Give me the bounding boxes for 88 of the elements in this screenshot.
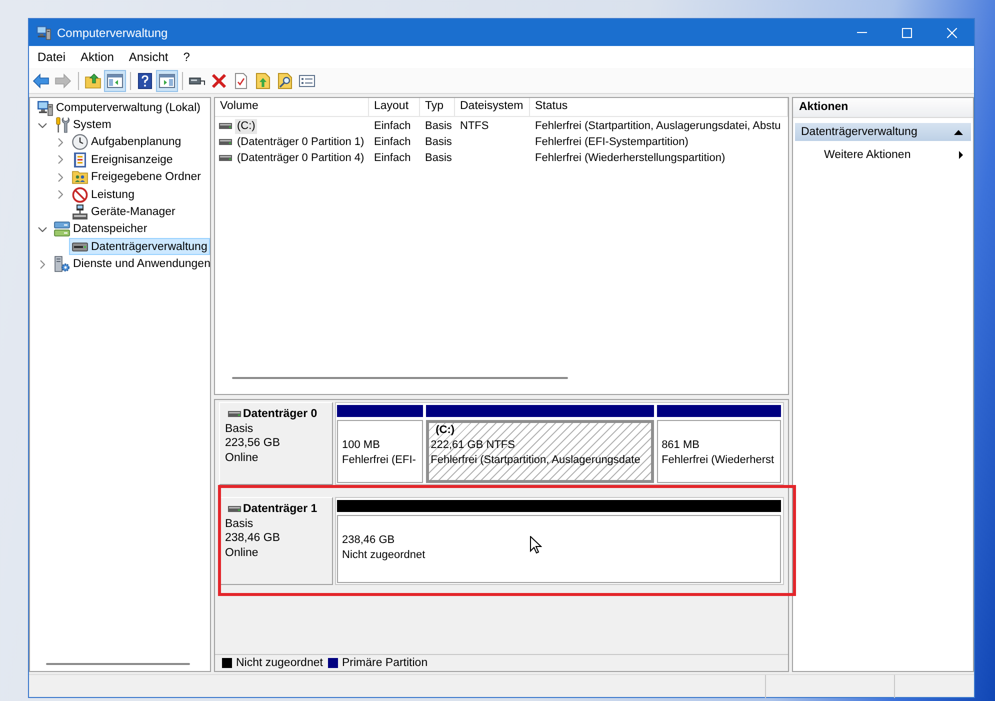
column-header[interactable]: Status bbox=[530, 98, 788, 116]
log-book-icon bbox=[72, 152, 88, 168]
partition-box[interactable]: 861 MB Fehlerfrei (Wiederherst bbox=[656, 420, 781, 483]
triangle-right-icon bbox=[959, 150, 963, 158]
computer-icon bbox=[36, 25, 51, 40]
volume-label: (C:) bbox=[436, 423, 455, 438]
disk-name: Datenträger 0 bbox=[243, 407, 318, 422]
scrollbar-thumb[interactable] bbox=[232, 377, 568, 379]
actions-header: Aktionen bbox=[793, 98, 973, 118]
table-cell[interactable]: (Datenträger 0 Partition 4) bbox=[235, 150, 366, 166]
chevron-right-icon[interactable] bbox=[58, 172, 63, 182]
shared-folder-icon bbox=[72, 169, 88, 186]
table-cell[interactable]: (Datenträger 0 Partition 1) bbox=[235, 134, 366, 150]
partition-status: Fehlerfrei (Startpartition, Auslagerungsdate bbox=[430, 453, 640, 468]
chevron-right-icon[interactable] bbox=[58, 190, 63, 200]
table-cell-text: Einfach bbox=[373, 134, 412, 150]
column-header[interactable]: Typ bbox=[420, 98, 455, 116]
table-cell[interactable]: (C:) bbox=[235, 118, 258, 134]
chevron-right-icon[interactable] bbox=[58, 155, 63, 164]
clock-icon bbox=[72, 134, 88, 150]
tree-item[interactable]: Aufgabenplanung bbox=[69, 134, 184, 151]
tree-item[interactable]: Leistung bbox=[69, 186, 138, 204]
tree-item[interactable]: Freigegebene Ordner bbox=[69, 168, 204, 186]
table-cell-text: Fehlerfrei (EFI-Systempartition) bbox=[534, 134, 690, 150]
table-cell-text: Fehlerfrei (Startpartition, Auslagerungsdatei, Abstu bbox=[534, 118, 782, 134]
column-header[interactable]: Volume bbox=[215, 98, 369, 116]
close-icon bbox=[946, 28, 956, 38]
partition-box[interactable]: (C:) 222,61 GB NTFS Fehlerfrei (Startpartition, Auslagerungsdate bbox=[426, 420, 654, 483]
disk-type: Basis bbox=[225, 422, 254, 436]
partition-size: 238,46 GB bbox=[342, 533, 395, 548]
drive-icon bbox=[219, 139, 232, 145]
disk-name: Datenträger 1 bbox=[243, 502, 318, 516]
drive-icon bbox=[228, 411, 241, 418]
menu-item[interactable]: ? bbox=[176, 48, 198, 66]
partition-size: 100 MB bbox=[342, 438, 380, 453]
tools-icon bbox=[54, 117, 70, 134]
window-title: Computerverwaltung bbox=[57, 26, 168, 40]
mouse-pointer-icon bbox=[530, 536, 542, 554]
partition-size: 222,61 GB NTFS bbox=[430, 438, 515, 453]
partition-box[interactable]: 238,46 GB Nicht zugeordnet bbox=[337, 515, 781, 583]
menu-item[interactable]: Datei bbox=[30, 48, 74, 66]
disk-type: Basis bbox=[225, 516, 254, 531]
partition-box[interactable]: 100 MB Fehlerfrei (EFI- bbox=[337, 420, 423, 483]
legend-label: Nicht zugeordnet bbox=[236, 657, 323, 669]
legend-label: Primäre Partition bbox=[342, 657, 428, 669]
disk-size: 223,56 GB bbox=[225, 436, 280, 450]
storage-icon bbox=[54, 221, 70, 238]
tree-item[interactable]: Dienste und Anwendungen bbox=[51, 256, 214, 273]
table-cell-text: Einfach bbox=[373, 150, 412, 166]
table-cell-text: Basis bbox=[424, 150, 453, 166]
partition-status: Fehlerfrei (EFI- bbox=[342, 453, 416, 468]
partition-status: Fehlerfrei (Wiederherst bbox=[662, 453, 774, 468]
column-header[interactable]: Layout bbox=[369, 98, 420, 116]
drive-icon bbox=[219, 155, 232, 161]
server-gear-icon bbox=[54, 256, 70, 272]
column-header[interactable]: Dateisystem bbox=[455, 98, 530, 116]
prohibition-icon bbox=[72, 186, 88, 203]
partition-size: 861 MB bbox=[662, 438, 700, 453]
tree-item[interactable]: Geräte-Manager bbox=[69, 204, 178, 221]
disk-status: Online bbox=[225, 546, 258, 560]
chevron-down-icon[interactable] bbox=[38, 226, 47, 232]
chevron-right-icon[interactable] bbox=[58, 138, 63, 147]
partition-status: Nicht zugeordnet bbox=[342, 548, 426, 563]
drive-icon bbox=[219, 123, 232, 129]
table-cell-text: Basis bbox=[424, 134, 453, 150]
tree-item[interactable]: Datenträgerverwaltung bbox=[69, 238, 210, 256]
minimize-icon bbox=[856, 32, 866, 33]
maximize-icon bbox=[902, 28, 912, 38]
table-cell-text: Basis bbox=[424, 118, 453, 134]
chevron-down-icon[interactable] bbox=[38, 122, 47, 128]
table-cell-text: Einfach bbox=[373, 118, 412, 134]
table-cell-text: Fehlerfrei (Wiederherstellungspartition) bbox=[534, 150, 726, 166]
computer-icon bbox=[37, 100, 53, 116]
scrollbar-thumb[interactable] bbox=[46, 663, 190, 665]
tree-item[interactable]: Ereignisanzeige bbox=[69, 151, 176, 168]
tree-item[interactable]: Computerverwaltung (Lokal) bbox=[34, 99, 204, 116]
tree-item[interactable]: System bbox=[51, 116, 114, 134]
disk-size: 238,46 GB bbox=[225, 531, 280, 546]
action-item[interactable]: Weitere Aktionen bbox=[793, 146, 973, 163]
menu-item[interactable]: Aktion bbox=[73, 48, 122, 66]
drive-icon bbox=[228, 506, 241, 512]
device-icon bbox=[72, 204, 88, 220]
menu-item[interactable]: Ansicht bbox=[121, 48, 176, 66]
section-header[interactable]: Datenträgerverwaltung bbox=[795, 123, 971, 141]
table-cell-text: NTFS bbox=[459, 118, 490, 134]
chevron-right-icon[interactable] bbox=[40, 260, 45, 269]
tree-item[interactable]: Datenspeicher bbox=[51, 220, 150, 238]
disk-status: Online bbox=[225, 450, 258, 465]
